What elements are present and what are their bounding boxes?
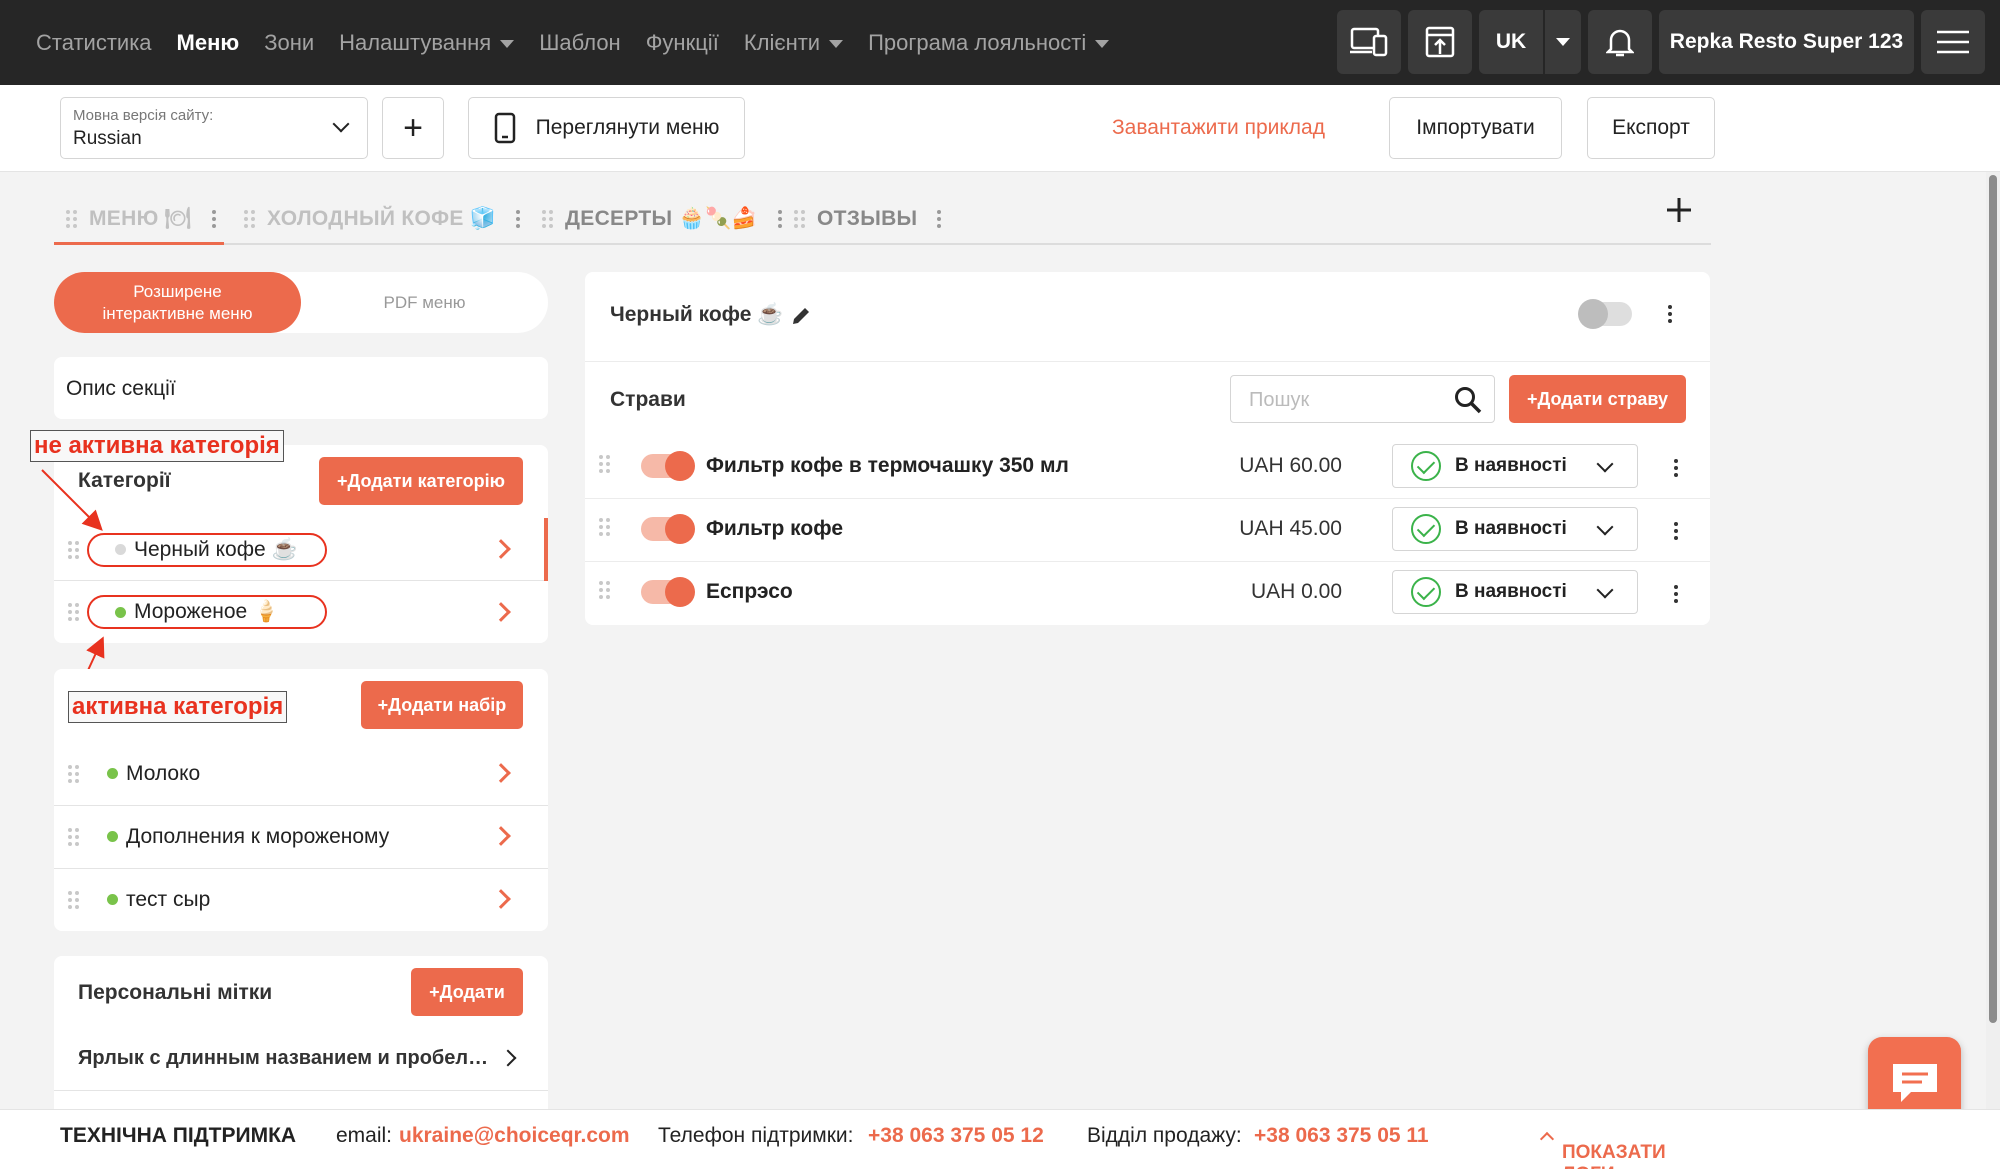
active-status-dot bbox=[107, 831, 118, 842]
dish-active-toggle[interactable] bbox=[641, 577, 695, 607]
dish-search-input[interactable]: Пошук bbox=[1230, 375, 1495, 423]
dish-price: UAH 0.00 bbox=[1250, 580, 1342, 603]
availability-label: В наявності bbox=[1455, 455, 1567, 476]
more-vertical-icon[interactable] bbox=[1674, 585, 1678, 603]
dish-active-toggle[interactable] bbox=[641, 514, 695, 544]
tag-label: Ярлык с длинным названием и пробел… bbox=[78, 1046, 489, 1069]
sales-label: Відділ продажу: bbox=[1087, 1124, 1242, 1147]
dish-row[interactable]: Фильтр кофе в термочашку 350 мл UAH 60.0… bbox=[585, 435, 1710, 498]
more-vertical-icon[interactable] bbox=[1674, 522, 1678, 540]
check-circle-icon bbox=[1411, 451, 1441, 481]
check-circle-icon bbox=[1411, 577, 1441, 607]
chevron-right-icon bbox=[491, 826, 511, 846]
drag-handle-icon[interactable] bbox=[599, 518, 610, 536]
personal-tags-title: Персональні мітки bbox=[78, 981, 273, 1004]
search-placeholder: Пошук bbox=[1249, 389, 1310, 411]
availability-select[interactable]: В наявності bbox=[1392, 507, 1638, 551]
sets-card: активна категорія +Додати набір Молоко Д… bbox=[54, 669, 548, 931]
category-title: Черный кофе ☕ bbox=[610, 303, 784, 326]
sales-phone-link[interactable]: +38 063 375 05 11 bbox=[1254, 1124, 1429, 1148]
dish-name: Фильтр кофе в термочашку 350 мл bbox=[706, 454, 1069, 477]
support-email-link[interactable]: ukraine@choiceqr.com bbox=[399, 1124, 630, 1148]
pencil-icon[interactable] bbox=[790, 305, 812, 327]
divider bbox=[585, 361, 1710, 362]
availability-select[interactable]: В наявності bbox=[1392, 444, 1638, 488]
dish-price: UAH 60.00 bbox=[1239, 454, 1342, 477]
chat-icon bbox=[1893, 1064, 1937, 1102]
set-row[interactable]: тест сыр bbox=[54, 868, 548, 931]
dish-active-toggle[interactable] bbox=[641, 451, 695, 481]
add-dish-button[interactable]: +Додати страву bbox=[1509, 375, 1686, 423]
show-logs-button[interactable]: ПОКАЗАТИ ЛОГИ bbox=[1539, 1128, 1666, 1169]
support-footer: ТЕХНІЧНА ПІДТРИМКА email: ukraine@choice… bbox=[0, 1109, 2000, 1169]
divider bbox=[54, 1090, 548, 1091]
dish-name: Фильтр кофе bbox=[706, 517, 844, 540]
availability-select[interactable]: В наявності bbox=[1392, 570, 1638, 614]
tag-row[interactable]: Ярлык с длинным названием и пробел… bbox=[54, 1028, 548, 1088]
drag-handle-icon[interactable] bbox=[68, 827, 79, 846]
availability-label: В наявності bbox=[1455, 581, 1567, 602]
chevron-down-icon bbox=[1596, 581, 1614, 599]
email-label: email: bbox=[336, 1124, 393, 1147]
drag-handle-icon[interactable] bbox=[599, 455, 610, 473]
set-label: тест сыр bbox=[126, 887, 211, 911]
add-tag-button[interactable]: +Додати bbox=[411, 968, 523, 1016]
dish-row[interactable]: Фильтр кофе UAH 45.00 В наявності bbox=[585, 498, 1710, 561]
check-circle-icon bbox=[1411, 514, 1441, 544]
set-row[interactable]: Дополнения к мороженому bbox=[54, 805, 548, 868]
dish-price: UAH 45.00 bbox=[1239, 517, 1342, 540]
drag-handle-icon[interactable] bbox=[68, 764, 79, 783]
chevron-right-icon bbox=[491, 763, 511, 783]
chevron-down-icon bbox=[1596, 455, 1614, 473]
chevron-right-icon bbox=[491, 889, 511, 909]
more-vertical-icon[interactable] bbox=[1674, 459, 1678, 477]
toggle-knob bbox=[1578, 299, 1608, 329]
personal-tags-card: Персональні мітки +Додати Ярлык с длинны… bbox=[54, 956, 548, 1109]
drag-handle-icon[interactable] bbox=[68, 890, 79, 909]
chevron-up-icon bbox=[1539, 1131, 1555, 1147]
dish-name: Еспрэсо bbox=[706, 580, 793, 603]
availability-label: В наявності bbox=[1455, 518, 1567, 539]
chevron-right-icon bbox=[499, 1049, 517, 1067]
drag-handle-icon[interactable] bbox=[599, 581, 610, 599]
active-status-dot bbox=[107, 894, 118, 905]
category-dishes-panel: Черный кофе ☕ Страви Пошук +Додати страв… bbox=[585, 272, 1710, 625]
set-label: Молоко bbox=[126, 761, 201, 785]
category-visibility-toggle[interactable] bbox=[1578, 299, 1632, 329]
set-row[interactable]: Молоко bbox=[54, 742, 548, 805]
active-status-dot bbox=[107, 768, 118, 779]
more-vertical-icon[interactable] bbox=[1668, 305, 1672, 323]
set-label: Дополнения к мороженому bbox=[126, 824, 390, 848]
active-category-annotation: активна категорія bbox=[68, 691, 288, 723]
dish-row[interactable]: Еспрэсо UAH 0.00 В наявності bbox=[585, 561, 1710, 624]
search-icon[interactable] bbox=[1454, 386, 1482, 414]
dishes-label: Страви bbox=[610, 388, 686, 411]
support-phone-link[interactable]: +38 063 375 05 12 bbox=[868, 1124, 1044, 1148]
show-logs-label: ПОКАЗАТИ ЛОГИ bbox=[1562, 1142, 1666, 1169]
chevron-down-icon bbox=[1596, 518, 1614, 536]
phone-label: Телефон підтримки: bbox=[658, 1124, 854, 1147]
support-title: ТЕХНІЧНА ПІДТРИМКА bbox=[60, 1124, 297, 1147]
add-set-button[interactable]: +Додати набір bbox=[361, 681, 523, 729]
